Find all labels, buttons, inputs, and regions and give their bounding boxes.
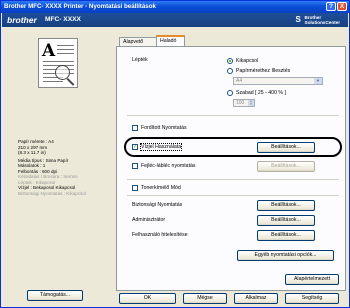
scaling-off-radio[interactable] <box>227 58 233 64</box>
cancel-button[interactable]: Mégse <box>183 293 227 304</box>
chevron-down-icon: ▼ <box>314 78 322 84</box>
support-button[interactable]: Támogatás... <box>27 290 83 301</box>
toner-save-label[interactable]: Tonerkímélő Mód <box>141 185 181 191</box>
free-scale-radio[interactable] <box>227 90 233 96</box>
fit-to-paper-radio[interactable] <box>227 68 233 74</box>
secure-print-settings-button[interactable]: Beállítások... <box>257 200 315 211</box>
scale-percent-spinner[interactable]: 100 ▲ ▼ <box>233 99 255 107</box>
watermark-settings-button[interactable]: Beállítások... <box>257 142 315 153</box>
divider <box>127 195 339 196</box>
help-button[interactable]: Segítség <box>285 293 339 304</box>
watermark-label[interactable]: Vízjel Használata <box>139 143 183 151</box>
toner-save-checkbox[interactable] <box>132 185 138 191</box>
scale-percent-value: 100 <box>236 100 245 106</box>
print-preferences-window: Brother MFC- XXXX Printer - Nyomtatási b… <box>0 0 350 308</box>
divider <box>127 179 339 180</box>
user-auth-label: Felhasználó hitelesítése <box>132 232 188 238</box>
window-title: Brother MFC- XXXX Printer - Nyomtatási b… <box>4 3 156 10</box>
solutions-center-icon: S <box>295 15 301 24</box>
page-preview: A <box>38 38 78 88</box>
brother-logo: brother <box>7 15 37 25</box>
header-footer-settings-button[interactable]: Beállítások... <box>257 161 315 172</box>
left-panel: A Papír mérete : A4 210 x 297 mm (8.3 x … <box>4 28 114 298</box>
administrator-label: Adminisztrátor <box>132 217 166 223</box>
summary-line: Biztonsági Nyomtatás : Kikapcsol <box>18 190 86 196</box>
fit-to-paper-label[interactable]: Papírmérethez Illesztés <box>236 68 290 74</box>
ok-button[interactable]: OK <box>119 293 176 304</box>
title-bar: Brother MFC- XXXX Printer - Nyomtatási b… <box>1 1 349 13</box>
model-name: MFC- XXXX <box>45 16 81 23</box>
scaling-off-label[interactable]: Kikapcsol <box>236 58 258 64</box>
defaults-button[interactable]: Alapértelmezett <box>285 274 339 285</box>
reverse-print-label[interactable]: Fordított Nyomtatás <box>141 125 187 131</box>
spin-down-icon[interactable]: ▼ <box>248 103 254 106</box>
help-icon[interactable]: ? <box>326 2 336 11</box>
watermark-checkbox[interactable]: ✓ <box>132 144 138 150</box>
solutions-center-link[interactable]: S Brother SolutionsCenter <box>296 15 340 25</box>
administrator-settings-button[interactable]: Beállítások... <box>257 215 315 226</box>
brand-bar: brother MFC- XXXX S Brother SolutionsCen… <box>2 13 348 27</box>
header-footer-label[interactable]: Fejléc-lábléc nyomtatás <box>141 163 196 169</box>
header-footer-checkbox[interactable] <box>132 163 138 169</box>
reverse-print-checkbox[interactable] <box>132 125 138 131</box>
paper-size-select[interactable]: A4 ▼ <box>233 77 323 85</box>
scaling-label: Lépték <box>132 57 148 63</box>
paper-size-value: A4 <box>236 78 243 84</box>
close-icon[interactable]: X <box>337 2 347 11</box>
user-auth-settings-button[interactable]: Beállítások... <box>257 230 315 241</box>
free-scale-label[interactable]: Szabad [ 25 - 400 % ] <box>236 90 286 96</box>
secure-print-label: Biztonsági Nyomtatás <box>132 202 183 208</box>
preview-letter: A <box>42 41 56 61</box>
other-print-options-button[interactable]: Egyéb nyomtatási opciók... <box>237 250 334 261</box>
solutions-center-line2: SolutionsCenter <box>304 20 340 25</box>
apply-button[interactable]: Alkalmaz <box>234 293 278 304</box>
settings-summary: Papír mérete : A4 210 x 297 mm (8.3 x 11… <box>18 139 114 196</box>
divider <box>127 115 339 116</box>
